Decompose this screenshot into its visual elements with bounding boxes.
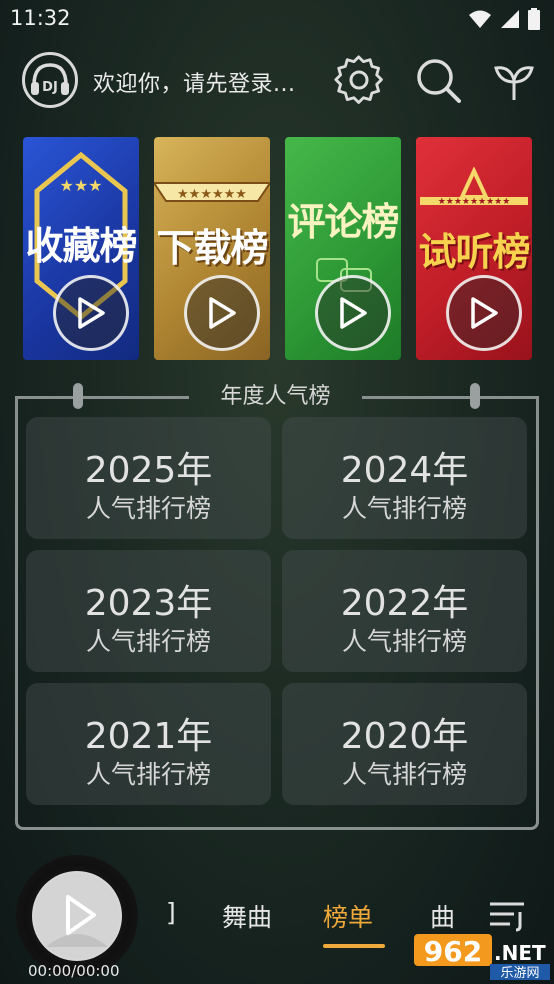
card-comments-chart[interactable]: 评论榜 <box>285 137 401 360</box>
play-icon[interactable] <box>446 275 522 351</box>
status-time: 11:32 <box>10 6 71 30</box>
card-title: 下载榜 <box>156 226 268 270</box>
battery-icon <box>528 8 540 34</box>
watermark-sub: 乐游网 <box>500 966 539 980</box>
play-icon[interactable] <box>53 275 129 351</box>
avatar-label: DJ <box>42 80 58 95</box>
active-tab-indicator <box>323 944 385 948</box>
year-label: 2022年 <box>340 583 469 624</box>
frame-pin-left <box>73 383 83 409</box>
site-watermark: 962 .NET 乐游网 <box>414 934 550 981</box>
year-card-2024[interactable]: 2024年 人气排行榜 <box>282 417 527 539</box>
year-card-2022[interactable]: 2022年 人气排行榜 <box>282 550 527 672</box>
year-label: 2020年 <box>340 716 469 757</box>
year-label: 2021年 <box>84 716 213 757</box>
watermark-number: 962 <box>424 935 482 968</box>
search-icon[interactable] <box>412 54 464 106</box>
header: DJ 欢迎你，请先登录... <box>0 48 554 112</box>
year-card-2023[interactable]: 2023年 人气排行榜 <box>26 550 271 672</box>
year-label: 2025年 <box>84 450 213 491</box>
play-icon[interactable] <box>315 275 391 351</box>
card-title: 评论榜 <box>287 200 399 244</box>
playlist-icon[interactable] <box>488 898 528 936</box>
annual-chart-title: 年度人气榜 <box>220 384 331 409</box>
svg-text:★★★: ★★★ <box>59 176 102 195</box>
settings-gear-icon[interactable] <box>333 54 385 106</box>
login-prompt[interactable]: 欢迎你，请先登录... <box>93 66 295 98</box>
year-card-2021[interactable]: 2021年 人气排行榜 <box>26 683 271 805</box>
chart-cards: ★★★ 收藏榜 ★★★★★★ 下载榜 评论榜 ★★★★★★★★★ 试听榜 <box>23 137 533 361</box>
card-title: 收藏榜 <box>25 224 137 268</box>
year-sublabel: 人气排行榜 <box>85 760 211 789</box>
year-card-2020[interactable]: 2020年 人气排行榜 <box>282 683 527 805</box>
watermark-suffix: .NET <box>494 941 546 965</box>
card-title: 试听榜 <box>418 230 530 274</box>
svg-text:★★★★★★★★★: ★★★★★★★★★ <box>438 197 511 207</box>
tab-dance[interactable]: 舞曲 <box>222 898 272 934</box>
year-sublabel: 人气排行榜 <box>85 494 211 523</box>
year-sublabel: 人气排行榜 <box>341 627 467 656</box>
wifi-icon <box>468 9 492 33</box>
player-play-button[interactable] <box>32 871 122 961</box>
play-user-icon <box>34 873 120 959</box>
year-label: 2024年 <box>340 450 469 491</box>
year-card-2025[interactable]: 2025年 人气排行榜 <box>26 417 271 539</box>
year-sublabel: 人气排行榜 <box>85 627 211 656</box>
year-sublabel: 人气排行榜 <box>341 494 467 523</box>
tab-songs[interactable]: 曲 <box>430 898 455 934</box>
frame-top-right <box>362 396 539 399</box>
playback-time: 00:00/00:00 <box>28 962 120 980</box>
sprout-icon[interactable] <box>488 54 540 106</box>
year-label: 2023年 <box>84 583 213 624</box>
frame-pin-right <box>470 383 480 409</box>
card-favorites-chart[interactable]: ★★★ 收藏榜 <box>23 137 139 360</box>
card-preview-chart[interactable]: ★★★★★★★★★ 试听榜 <box>416 137 532 360</box>
card-downloads-chart[interactable]: ★★★★★★ 下载榜 <box>154 137 270 360</box>
status-bar: 11:32 <box>0 0 554 38</box>
signal-icon <box>500 9 520 33</box>
tab-partial[interactable]: ] <box>166 898 176 927</box>
year-sublabel: 人气排行榜 <box>341 760 467 789</box>
frame-top-left <box>15 396 189 399</box>
tab-charts[interactable]: 榜单 <box>323 898 373 934</box>
svg-text:★★★★★★: ★★★★★★ <box>177 187 247 202</box>
avatar-dj-icon[interactable]: DJ <box>22 52 78 108</box>
card-emblem: ★★★★★★★★★ <box>420 167 528 207</box>
play-icon[interactable] <box>184 275 260 351</box>
status-icons <box>468 8 540 34</box>
